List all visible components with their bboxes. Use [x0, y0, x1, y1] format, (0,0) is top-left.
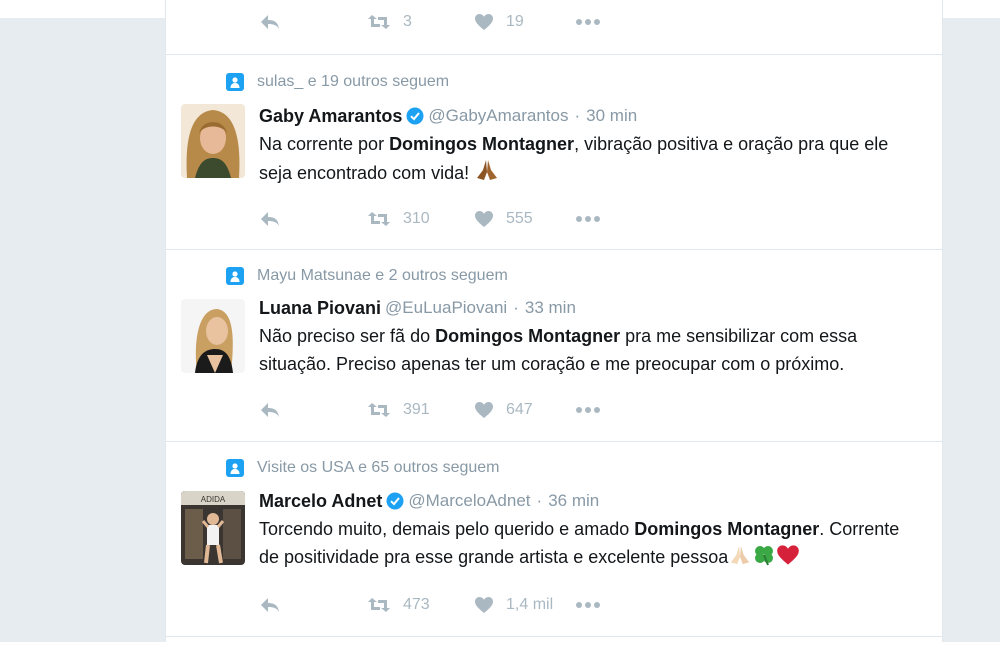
avatar[interactable] [181, 299, 245, 373]
person-icon [226, 267, 244, 285]
retweet-icon [368, 212, 390, 226]
retweet-button[interactable]: 391 [367, 398, 430, 422]
tweet[interactable]: Visite os USA e 65 outros seguem ADIDA M… [166, 442, 942, 637]
avatar[interactable]: ADIDA [181, 491, 245, 565]
tweet[interactable]: sulas_ e 19 outros seguem Gaby Amarantos… [166, 55, 942, 250]
tweet-partial: 3 19 [166, 0, 942, 55]
reply-icon [261, 403, 279, 417]
tweet-text: Não preciso ser fã do Domingos Montagner… [259, 322, 919, 378]
user-name[interactable]: Luana Piovani [259, 298, 381, 319]
user-handle[interactable]: @EuLuaPiovani [385, 298, 507, 318]
like-count: 19 [506, 13, 524, 30]
praying-hands-icon [728, 544, 752, 574]
tweet-header: Luana Piovani @EuLuaPiovani · 33 min [259, 296, 576, 320]
like-count: 555 [506, 210, 533, 227]
reply-button[interactable] [259, 10, 281, 34]
tweet-actions: 473 1,4 mil [259, 593, 659, 617]
retweet-icon [368, 598, 390, 612]
tweet-actions: 310 555 [259, 207, 659, 231]
follow-context-text[interactable]: Visite os USA e 65 outros seguem [257, 459, 500, 477]
timeline: 3 19 sulas_ e 19 outros seguem Gaby Amar… [165, 0, 943, 642]
like-button[interactable]: 1,4 mil [474, 593, 553, 617]
like-button[interactable]: 647 [474, 398, 533, 422]
reply-icon [261, 212, 279, 226]
tweet-actions: 391 647 [259, 398, 659, 422]
more-icon [576, 19, 600, 25]
like-count: 647 [506, 401, 533, 418]
bottom-margin [0, 642, 1000, 664]
tweet-time[interactable]: 33 min [525, 298, 576, 318]
retweet-button[interactable]: 310 [367, 207, 430, 231]
tweet[interactable]: Mayu Matsunae e 2 outros seguem Luana Pi… [166, 250, 942, 442]
avatar-sign-text: ADIDA [201, 495, 226, 504]
retweet-button[interactable]: 473 [367, 593, 430, 617]
separator: · [513, 298, 519, 317]
follow-context-text[interactable]: sulas_ e 19 outros seguem [257, 73, 449, 91]
tweet-time[interactable]: 36 min [548, 491, 599, 511]
follow-context-text[interactable]: Mayu Matsunae e 2 outros seguem [257, 267, 508, 285]
retweet-count: 473 [403, 596, 430, 613]
follow-context: Mayu Matsunae e 2 outros seguem [226, 266, 508, 286]
more-icon [576, 216, 600, 222]
reply-icon [261, 15, 279, 29]
follow-context: sulas_ e 19 outros seguem [226, 72, 449, 92]
retweet-count: 310 [403, 210, 430, 227]
reply-button[interactable] [259, 398, 281, 422]
more-icon [576, 407, 600, 413]
heart-icon [475, 14, 493, 30]
tweet-time[interactable]: 30 min [586, 106, 637, 126]
user-handle[interactable]: @GabyAmarantos [428, 106, 568, 126]
heart-icon [475, 402, 493, 418]
four-leaf-clover-icon [752, 544, 776, 574]
more-button[interactable] [575, 207, 601, 231]
more-icon [576, 602, 600, 608]
mention-term[interactable]: Domingos Montagner [389, 134, 574, 154]
retweet-count: 391 [403, 401, 430, 418]
reply-icon [261, 598, 279, 612]
more-button[interactable] [575, 398, 601, 422]
like-button[interactable]: 19 [474, 10, 524, 34]
user-handle[interactable]: @MarceloAdnet [408, 491, 530, 511]
follow-context: Visite os USA e 65 outros seguem [226, 458, 500, 478]
mention-term[interactable]: Domingos Montagner [634, 519, 819, 539]
person-icon [226, 73, 244, 91]
verified-badge-icon [406, 107, 424, 125]
heart-icon [475, 597, 493, 613]
more-button[interactable] [575, 593, 601, 617]
retweet-button[interactable]: 3 [367, 10, 412, 34]
heart-icon [475, 211, 493, 227]
verified-badge-icon [386, 492, 404, 510]
red-heart-icon [776, 544, 800, 574]
text-segment: Torcendo muito, demais pelo querido e am… [259, 519, 635, 539]
text-segment: Na corrente por [259, 134, 390, 154]
tweet-text: Torcendo muito, demais pelo querido e am… [259, 515, 919, 574]
separator: · [574, 106, 581, 125]
retweet-count: 3 [403, 13, 412, 30]
like-button[interactable]: 555 [474, 207, 533, 231]
person-icon [226, 459, 244, 477]
tweet-text: Na corrente por Domingos Montagner, vibr… [259, 130, 919, 190]
tweet-actions: 3 19 [259, 10, 659, 34]
user-name[interactable]: Gaby Amarantos [259, 106, 402, 127]
retweet-icon [368, 403, 390, 417]
reply-button[interactable] [259, 207, 281, 231]
avatar[interactable] [181, 104, 245, 178]
reply-button[interactable] [259, 593, 281, 617]
like-count: 1,4 mil [506, 596, 554, 613]
tweet-header: Marcelo Adnet @MarceloAdnet · 36 min [259, 489, 599, 513]
mention-term[interactable]: Domingos Montagner [435, 326, 620, 346]
praying-hands-icon [474, 158, 500, 190]
text-segment: Não preciso ser fã do [259, 326, 436, 346]
retweet-icon [368, 15, 390, 29]
separator: · [536, 491, 543, 510]
tweet-header: Gaby Amarantos @GabyAmarantos · 30 min [259, 104, 637, 128]
user-name[interactable]: Marcelo Adnet [259, 491, 382, 512]
more-button[interactable] [575, 10, 601, 34]
